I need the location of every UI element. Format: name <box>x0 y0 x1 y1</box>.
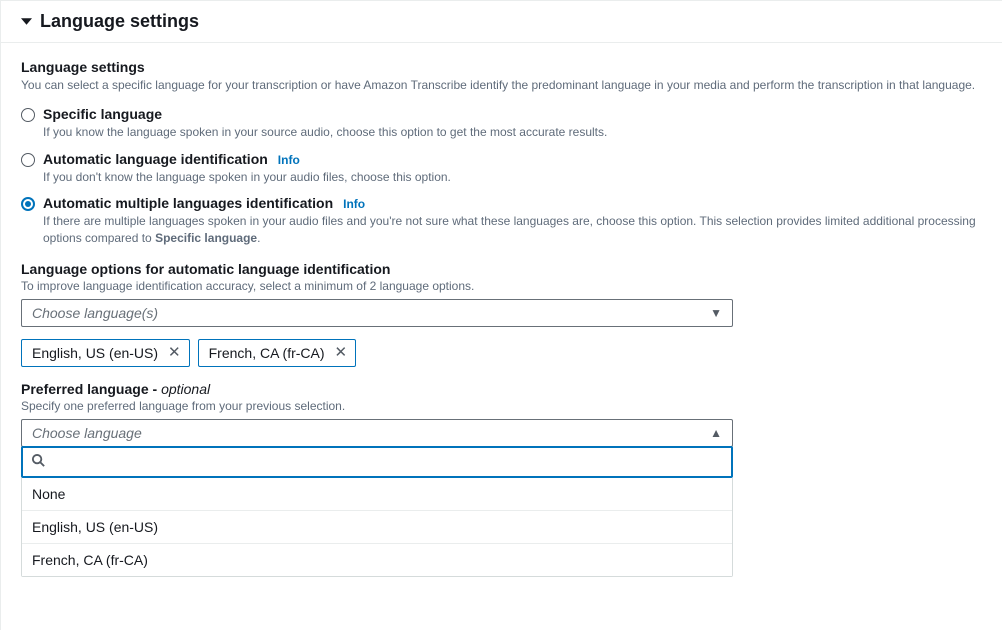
radio-auto-language[interactable]: Automatic language identification Info If… <box>21 151 982 186</box>
token-label: French, CA (fr-CA) <box>209 345 325 361</box>
language-options-select[interactable]: Choose language(s) ▼ <box>21 299 733 327</box>
section-heading: Language settings <box>21 59 982 75</box>
chevron-up-icon: ▲ <box>710 426 722 440</box>
language-mode-radio-group: Specific language If you know the langua… <box>21 106 982 247</box>
select-placeholder: Choose language <box>32 425 142 441</box>
radio-description: If there are multiple languages spoken i… <box>43 213 982 247</box>
close-icon[interactable]: ✕ <box>335 345 348 360</box>
radio-icon-selected <box>21 197 35 211</box>
language-options-field: Language options for automatic language … <box>21 261 982 367</box>
panel-title: Language settings <box>40 11 199 32</box>
radio-description: If you don't know the language spoken in… <box>43 169 982 186</box>
radio-specific-language[interactable]: Specific language If you know the langua… <box>21 106 982 141</box>
option-en-us[interactable]: English, US (en-US) <box>22 510 732 543</box>
radio-label: Specific language <box>43 106 162 122</box>
option-none[interactable]: None <box>22 478 732 510</box>
radio-description: If you know the language spoken in your … <box>43 124 982 141</box>
chevron-down-icon: ▼ <box>710 306 722 320</box>
token-label: English, US (en-US) <box>32 345 158 361</box>
language-token: French, CA (fr-CA) ✕ <box>198 339 356 367</box>
field-hint: Specify one preferred language from your… <box>21 399 982 413</box>
info-link[interactable]: Info <box>343 197 365 211</box>
field-hint: To improve language identification accur… <box>21 279 982 293</box>
select-placeholder: Choose language(s) <box>32 305 158 321</box>
preferred-language-options: None English, US (en-US) French, CA (fr-… <box>21 478 733 577</box>
option-fr-ca[interactable]: French, CA (fr-CA) <box>22 543 732 576</box>
close-icon[interactable]: ✕ <box>168 345 181 360</box>
info-link[interactable]: Info <box>278 153 300 167</box>
radio-icon <box>21 108 35 122</box>
preferred-language-field: Preferred language - optional Specify on… <box>21 381 982 577</box>
search-input[interactable] <box>54 452 723 472</box>
field-label: Language options for automatic language … <box>21 261 982 277</box>
preferred-language-search[interactable] <box>21 446 733 478</box>
radio-label: Automatic language identification <box>43 151 268 167</box>
radio-auto-multi-language[interactable]: Automatic multiple languages identificat… <box>21 195 982 247</box>
preferred-language-select[interactable]: Choose language ▲ <box>21 419 733 447</box>
radio-label: Automatic multiple languages identificat… <box>43 195 333 211</box>
search-icon <box>31 453 46 471</box>
radio-icon <box>21 153 35 167</box>
selected-languages-tokens: English, US (en-US) ✕ French, CA (fr-CA)… <box>21 339 982 367</box>
field-label: Preferred language - optional <box>21 381 982 397</box>
caret-down-icon <box>21 14 40 30</box>
panel-header[interactable]: Language settings <box>1 1 1002 43</box>
section-description: You can select a specific language for y… <box>21 77 982 94</box>
language-token: English, US (en-US) ✕ <box>21 339 190 367</box>
